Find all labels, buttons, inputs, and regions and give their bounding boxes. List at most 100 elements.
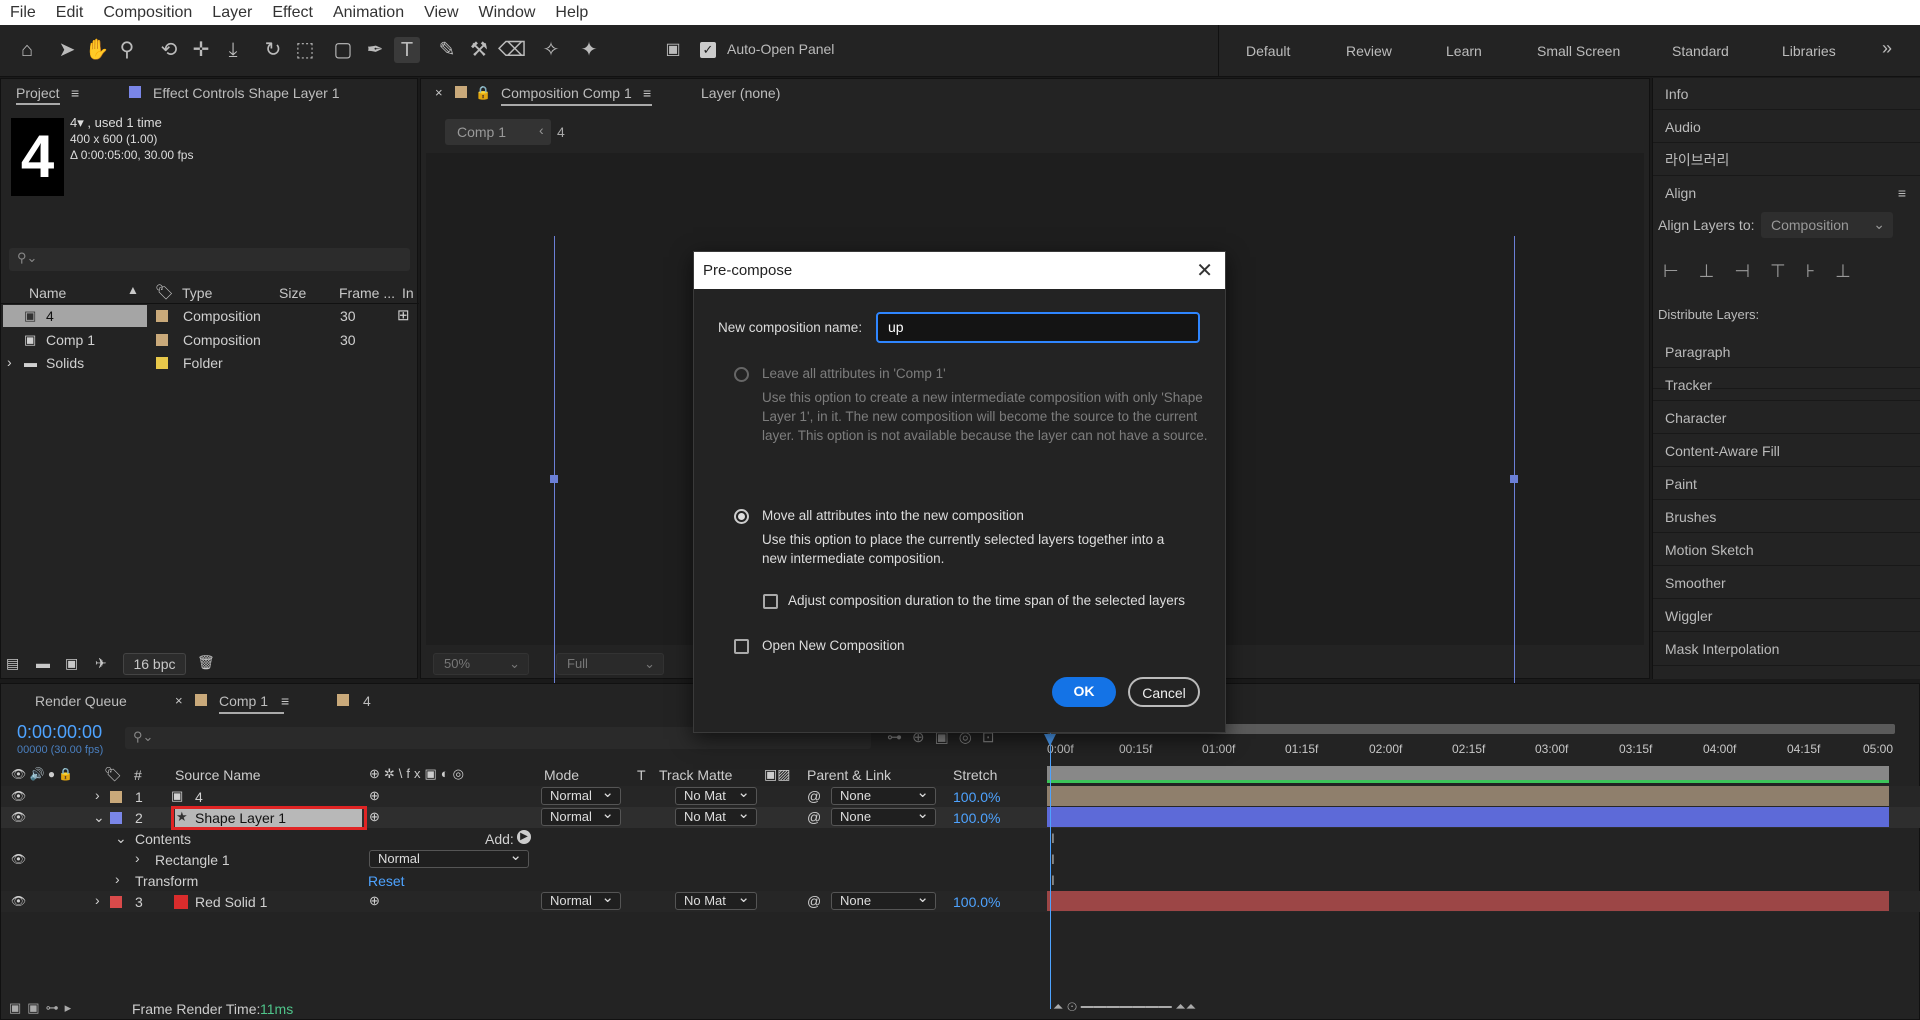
project-search-input[interactable]: ⚲⌄ <box>9 248 410 271</box>
rectangle-tool-icon[interactable]: ▢ <box>330 37 356 63</box>
cancel-button[interactable]: Cancel <box>1128 677 1200 707</box>
workspace-more-icon[interactable]: » <box>1882 38 1892 59</box>
layer-name[interactable]: 4 <box>195 789 203 805</box>
orbit-tool-icon[interactable]: ⟲ <box>156 37 182 63</box>
brush-tool-icon[interactable]: ✎ <box>434 37 460 63</box>
rectangle-mode-dropdown[interactable]: Normal <box>369 848 529 868</box>
align-buttons[interactable]: ⊢⊥⊣⊤⊦⊥ <box>1663 259 1871 283</box>
workspace-standard[interactable]: Standard <box>1672 43 1729 59</box>
timeline-footer-icons[interactable]: ▣▣⊶▸ <box>9 1000 77 1016</box>
workspace-libraries[interactable]: Libraries <box>1782 43 1836 59</box>
layer-row[interactable]: 👁 › 3 Red Solid 1 ⊕ Normal No Mat @ None… <box>1 890 1920 912</box>
panel-paragraph[interactable]: Paragraph <box>1653 336 1920 368</box>
shy-switch-icon[interactable]: ⊕ <box>369 809 380 825</box>
pickwhip-icon[interactable]: @ <box>807 893 821 909</box>
effect-controls-tab[interactable]: Effect Controls Shape Layer 1 <box>153 85 340 101</box>
panel-menu-icon[interactable]: ≡ <box>1898 177 1906 209</box>
menu-animation[interactable]: Animation <box>323 4 414 22</box>
col-type[interactable]: Type <box>182 285 212 301</box>
type-tool-icon[interactable]: T <box>394 37 420 63</box>
adjust-duration-checkbox[interactable] <box>763 594 778 609</box>
eraser-tool-icon[interactable]: ⌫ <box>498 37 526 63</box>
resolution-dropdown[interactable]: Full ⌄ <box>556 653 664 675</box>
mode-dropdown[interactable]: Normal <box>541 785 621 805</box>
expand-arrow-icon[interactable]: › <box>95 892 100 908</box>
expand-arrow-icon[interactable]: › <box>7 354 12 370</box>
collapse-arrow-icon[interactable]: ⌄ <box>115 830 127 847</box>
rectangle-row[interactable]: 👁 › Rectangle 1 Normal I <box>1 848 1920 870</box>
panel-menu-icon[interactable]: ≡ <box>643 85 651 101</box>
reset-link[interactable]: Reset <box>368 873 405 889</box>
layer-tab[interactable]: Layer (none) <box>701 85 780 101</box>
pickwhip-icon[interactable]: @ <box>807 809 821 825</box>
track-matte-dropdown[interactable]: No Mat <box>675 806 757 826</box>
puppet-pin-icon[interactable]: ✦ <box>576 37 602 63</box>
layer-name[interactable]: Red Solid 1 <box>195 894 267 910</box>
auto-open-checkbox[interactable]: ✓ <box>700 42 716 58</box>
label-swatch[interactable] <box>110 812 122 824</box>
ok-button[interactable]: OK <box>1052 677 1116 707</box>
expand-arrow-icon[interactable]: › <box>95 787 100 803</box>
transform-handle[interactable] <box>550 475 558 483</box>
mode-dropdown[interactable]: Normal <box>541 890 621 910</box>
panel-smoother[interactable]: Smoother <box>1653 567 1920 599</box>
eye-icon[interactable]: 👁 <box>11 852 26 866</box>
col-frame[interactable]: Frame ... <box>339 285 395 301</box>
lock-icon[interactable]: 🔒 <box>475 85 491 101</box>
menu-window[interactable]: Window <box>469 4 546 22</box>
workspace-review[interactable]: Review <box>1346 43 1392 59</box>
breadcrumb-comp[interactable]: Comp 1 <box>457 124 506 140</box>
col-size[interactable]: Size <box>279 285 306 301</box>
comp4-timeline-tab[interactable]: 4 <box>363 693 371 709</box>
panel-mask-interpolation[interactable]: Mask Interpolation <box>1653 633 1920 666</box>
expand-arrow-icon[interactable]: › <box>135 850 140 866</box>
timecode-display[interactable]: 0:00:00:00 <box>17 722 102 743</box>
render-icon[interactable]: ✈ <box>95 655 107 672</box>
comp1-timeline-tab[interactable]: Comp 1 <box>219 693 285 714</box>
label-swatch[interactable] <box>110 791 122 803</box>
parent-dropdown[interactable]: None <box>831 785 936 805</box>
project-row[interactable]: ▣ Comp 1 Composition 30 <box>1 329 419 352</box>
panel-wiggler[interactable]: Wiggler <box>1653 600 1920 632</box>
parent-dropdown[interactable]: None <box>831 890 936 910</box>
new-folder-icon[interactable]: ▬ <box>36 655 50 671</box>
workspace-default[interactable]: Default <box>1246 43 1290 59</box>
close-icon[interactable]: ✕ <box>1196 258 1213 283</box>
contents-row[interactable]: ⌄ Contents Add: ▶ I <box>1 828 1920 849</box>
project-row[interactable]: › ▬ Solids Folder <box>1 352 419 375</box>
render-queue-tab[interactable]: Render Queue <box>35 693 127 709</box>
panel-menu-icon[interactable]: ≡ <box>281 693 289 709</box>
transform-handle[interactable] <box>1510 475 1518 483</box>
workspace-small-screen[interactable]: Small Screen <box>1537 43 1620 59</box>
layer-row[interactable]: 👁 › 1 ▣ 4 ⊕ Normal No Mat @ None 100.0% <box>1 785 1920 807</box>
stretch-value[interactable]: 100.0% <box>953 810 1000 826</box>
dolly-tool-icon[interactable]: ⤓ <box>220 37 246 63</box>
track-matte-dropdown[interactable]: No Mat <box>675 785 757 805</box>
interpret-footage-icon[interactable]: ▤ <box>6 655 19 672</box>
panel-libraries-ko[interactable]: 라이브러리 <box>1653 144 1920 176</box>
leave-attributes-radio[interactable] <box>734 367 749 382</box>
close-tab-icon[interactable]: × <box>435 85 443 100</box>
panel-audio[interactable]: Audio <box>1653 111 1920 143</box>
panel-character[interactable]: Character <box>1653 402 1920 434</box>
anchor-tool-icon[interactable]: ⬚ <box>292 37 318 63</box>
col-name[interactable]: Name <box>29 285 66 301</box>
menu-view[interactable]: View <box>414 4 468 22</box>
project-tab[interactable]: Project <box>16 85 60 105</box>
playhead-line[interactable] <box>1050 724 1051 1009</box>
workspace-learn[interactable]: Learn <box>1446 43 1482 59</box>
home-icon[interactable]: ⌂ <box>14 37 40 63</box>
rotate-tool-icon[interactable]: ↻ <box>260 37 286 63</box>
panel-info[interactable]: Info <box>1653 78 1920 110</box>
selection-tool-icon[interactable]: ➤ <box>54 37 80 63</box>
parent-dropdown[interactable]: None <box>831 806 936 826</box>
zoom-dropdown[interactable]: 50% ⌄ <box>433 653 529 675</box>
panel-content-aware-fill[interactable]: Content-Aware Fill <box>1653 435 1920 467</box>
hand-tool-icon[interactable]: ✋ <box>84 37 110 63</box>
menu-composition[interactable]: Composition <box>93 4 202 22</box>
layer-bar[interactable] <box>1047 891 1889 911</box>
pickwhip-icon[interactable]: @ <box>807 788 821 804</box>
menu-layer[interactable]: Layer <box>202 4 262 22</box>
clone-stamp-icon[interactable]: ⚒ <box>466 37 492 63</box>
stretch-value[interactable]: 100.0% <box>953 894 1000 910</box>
